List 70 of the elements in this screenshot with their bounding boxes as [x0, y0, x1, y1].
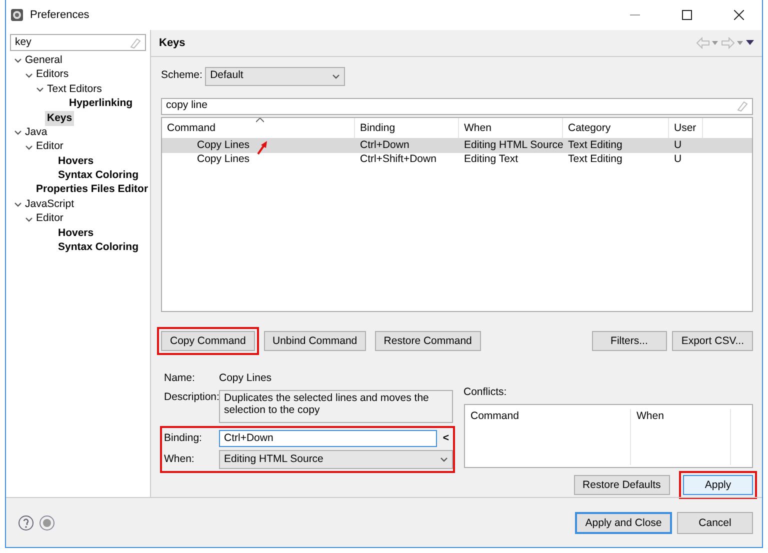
- view-menu-icon[interactable]: [746, 40, 754, 46]
- footer-button[interactable]: Apply: [683, 475, 753, 495]
- tree-item[interactable]: General: [23, 52, 64, 69]
- tree-item[interactable]: Keys: [45, 110, 74, 126]
- tree-item[interactable]: JavaScript: [23, 196, 76, 213]
- filter-field[interactable]: copy line: [161, 98, 753, 115]
- expand-icon[interactable]: [24, 144, 32, 151]
- tree-item[interactable]: Editor: [34, 211, 66, 227]
- when-dropdown[interactable]: Editing HTML Source: [219, 450, 453, 469]
- expand-icon[interactable]: [36, 86, 44, 94]
- tree-item[interactable]: Editors: [34, 67, 71, 84]
- maximize-icon: [682, 10, 692, 20]
- command-button[interactable]: Export CSV...: [672, 331, 753, 352]
- filter-field[interactable]: key: [10, 34, 146, 51]
- column-header[interactable]: When: [630, 408, 730, 465]
- command-button[interactable]: Restore Command: [374, 331, 481, 352]
- tree-item[interactable]: Hyperlinking: [67, 96, 135, 112]
- expand-icon[interactable]: [24, 72, 32, 79]
- table-cell: Editing HTML Source: [464, 138, 563, 151]
- dialog-button[interactable]: Apply and Close: [575, 512, 672, 534]
- chevron-icon: [440, 456, 448, 463]
- tree-item[interactable]: Hovers: [56, 226, 96, 242]
- binding-field[interactable]: Ctrl+Down: [219, 430, 437, 448]
- window-title: Preferences: [30, 8, 90, 23]
- name-label: Name:: [164, 371, 196, 386]
- sort-icon: [256, 118, 264, 124]
- command-button[interactable]: Unbind Command: [264, 331, 366, 352]
- tree-item[interactable]: Hovers: [56, 154, 96, 170]
- tree-item[interactable]: Text Editors: [45, 82, 104, 98]
- dialog-button[interactable]: Cancel: [677, 512, 753, 534]
- table-cell: U: [674, 153, 682, 166]
- tree-item[interactable]: Java: [23, 124, 50, 141]
- table-cell: Ctrl+Down: [360, 138, 410, 151]
- table-cell: Text Editing: [568, 153, 622, 166]
- expand-icon[interactable]: [24, 216, 32, 223]
- table-row[interactable]: Copy Lines Ctrl+Down Editing HTML Source Text Editing U: [162, 138, 752, 153]
- table-cell: Text Editing: [568, 138, 622, 151]
- tree-item[interactable]: Syntax Coloring: [56, 168, 141, 184]
- when-label: When:: [164, 452, 196, 467]
- table-row[interactable]: Copy Lines Ctrl+Shift+Down Editing Text Text Editing U: [162, 152, 752, 168]
- scheme-label: Scheme:: [161, 68, 202, 84]
- tree-item[interactable]: Editor: [34, 139, 66, 156]
- binding-menu-button[interactable]: <: [442, 431, 453, 447]
- page-title: Keys: [159, 36, 186, 51]
- chevron-icon: [332, 72, 340, 80]
- description-text: Duplicates the selected lines and moves the selection to the copy: [219, 390, 453, 423]
- table-cell: Copy Lines: [197, 153, 250, 166]
- conflicts-label: Conflicts:: [464, 385, 508, 400]
- table-cell: Editing Text: [464, 153, 518, 166]
- command-button[interactable]: Filters...: [592, 331, 667, 352]
- app-icon: [10, 8, 24, 22]
- column-header[interactable]: Command: [464, 408, 630, 465]
- table-cell: Ctrl+Shift+Down: [360, 153, 436, 166]
- expand-icon[interactable]: [14, 201, 22, 208]
- binding-label: Binding:: [164, 431, 203, 446]
- command-button[interactable]: Copy Command: [161, 331, 255, 352]
- record-icon[interactable]: [39, 514, 56, 530]
- help-icon[interactable]: [18, 514, 34, 530]
- expand-icon[interactable]: [14, 57, 22, 64]
- scheme-dropdown[interactable]: Default: [205, 66, 346, 86]
- arrow-icon: [257, 140, 269, 156]
- table-cell: U: [674, 138, 682, 151]
- tree-item[interactable]: Properties Files Editor: [34, 182, 150, 198]
- description-label: Description:: [164, 390, 219, 405]
- close-icon: [734, 10, 744, 20]
- footer-button[interactable]: Restore Defaults: [574, 475, 670, 495]
- tree-item[interactable]: Syntax Coloring: [56, 240, 141, 256]
- table-cell: Copy Lines: [197, 138, 250, 151]
- expand-icon[interactable]: [14, 129, 22, 136]
- command-name: Copy Lines: [219, 371, 272, 386]
